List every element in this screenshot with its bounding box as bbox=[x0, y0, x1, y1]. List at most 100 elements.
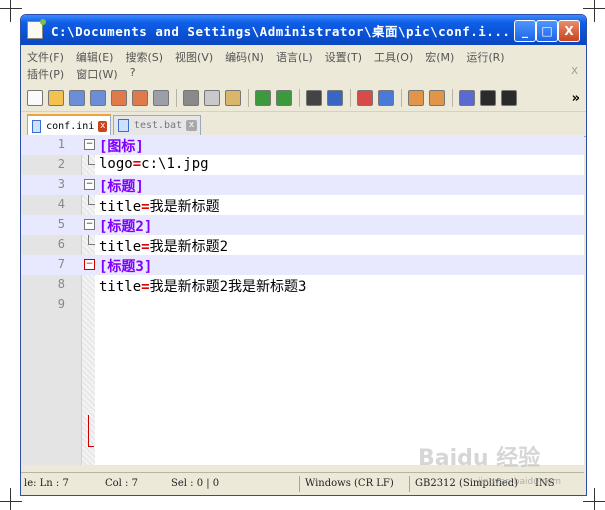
frame-mark bbox=[594, 0, 595, 22]
word-wrap-button[interactable] bbox=[457, 89, 476, 108]
fold-toggle-icon[interactable]: − bbox=[84, 179, 95, 190]
print-icon bbox=[152, 90, 169, 106]
editor-line[interactable]: 1 − [图标] bbox=[21, 135, 584, 155]
minimize-button[interactable]: _ bbox=[514, 20, 536, 42]
sync-vertical-icon bbox=[407, 90, 424, 106]
line-number: 6 bbox=[57, 237, 65, 251]
ini-key: title bbox=[99, 239, 142, 255]
close-window-button[interactable]: X bbox=[558, 20, 580, 42]
editor-line[interactable]: 3 − [标题] bbox=[21, 175, 584, 195]
print-button[interactable] bbox=[151, 89, 170, 108]
editor-line[interactable]: 4 title=我是新标题 bbox=[21, 195, 584, 215]
paste-button[interactable] bbox=[223, 89, 242, 108]
menu-item[interactable]: 运行(R) bbox=[466, 49, 504, 65]
notepad-window: C:\Documents and Settings\Administrator\… bbox=[20, 14, 587, 496]
line-number: 9 bbox=[57, 297, 65, 311]
save-icon bbox=[68, 90, 85, 106]
tab-label: test.bat bbox=[133, 120, 183, 131]
fold-range-marker bbox=[88, 415, 94, 447]
maximize-button[interactable]: □ bbox=[536, 20, 558, 42]
menu-item[interactable]: 窗口(W) bbox=[76, 66, 117, 82]
file-icon bbox=[118, 119, 129, 132]
indent-guide-button[interactable] bbox=[499, 89, 518, 108]
new-file-button[interactable] bbox=[25, 89, 44, 108]
close-all-button[interactable] bbox=[130, 89, 149, 108]
save-all-button[interactable] bbox=[88, 89, 107, 108]
toolbar-separator bbox=[401, 89, 402, 107]
find-icon bbox=[305, 90, 322, 106]
ini-key-value: title=我是新标题2我是新标题3 bbox=[99, 276, 306, 296]
editor-line[interactable]: 6 title=我是新标题2 bbox=[21, 235, 584, 255]
file-icon bbox=[32, 119, 42, 133]
copy-button[interactable] bbox=[202, 89, 221, 108]
menu-item[interactable]: 文件(F) bbox=[27, 49, 64, 65]
editor-line[interactable]: 8 title=我是新标题2我是新标题3 bbox=[21, 275, 584, 295]
editor-line[interactable]: 7 − [标题3] bbox=[21, 255, 584, 275]
text-editor[interactable]: 1− [图标] 2 logo=c:\1.jpg 3− [标题] 4 title=我是新标题 5−… bbox=[21, 135, 584, 465]
zoom-out-button[interactable] bbox=[376, 89, 395, 108]
close-button[interactable] bbox=[109, 89, 128, 108]
ini-section-header: [标题3] bbox=[99, 259, 153, 275]
ini-key: logo bbox=[99, 156, 133, 172]
ini-value: 我是新标题 bbox=[149, 199, 220, 215]
save-button[interactable] bbox=[67, 89, 86, 108]
show-all-chars-button[interactable] bbox=[478, 89, 497, 108]
tab-close-icon[interactable]: x bbox=[98, 120, 107, 132]
status-divider bbox=[409, 476, 410, 492]
menu-item[interactable]: 视图(V) bbox=[175, 49, 213, 65]
menu-item[interactable]: 工具(O) bbox=[374, 49, 413, 65]
line-number: 1 bbox=[57, 137, 65, 151]
window-title: C:\Documents and Settings\Administrator\… bbox=[51, 23, 511, 39]
line-number: 7 bbox=[57, 257, 65, 271]
open-file-button[interactable] bbox=[46, 89, 65, 108]
ini-key-value: title=我是新标题2 bbox=[99, 236, 228, 256]
tab-test-bat[interactable]: test.bat x bbox=[113, 115, 201, 135]
toolbar-separator bbox=[452, 89, 453, 107]
show-all-chars-icon bbox=[479, 90, 496, 106]
replace-button[interactable] bbox=[325, 89, 344, 108]
cut-button[interactable] bbox=[181, 89, 200, 108]
menu-item[interactable]: ? bbox=[130, 66, 136, 82]
fold-toggle-icon[interactable]: − bbox=[84, 259, 95, 270]
fold-end-marker bbox=[88, 155, 95, 165]
toolbar-separator bbox=[248, 89, 249, 107]
toolbar-separator bbox=[299, 89, 300, 107]
menu-item[interactable]: 编码(N) bbox=[225, 49, 264, 65]
line-number: 5 bbox=[57, 217, 65, 231]
status-selection: Sel : 0 | 0 bbox=[171, 478, 220, 489]
tab-conf-ini[interactable]: conf.ini x bbox=[27, 114, 111, 136]
close-all-icon bbox=[131, 90, 148, 106]
sync-horizontal-button[interactable] bbox=[427, 89, 446, 108]
title-bar[interactable]: C:\Documents and Settings\Administrator\… bbox=[21, 15, 586, 45]
zoom-in-button[interactable] bbox=[355, 89, 374, 108]
status-column: Col : 7 bbox=[105, 478, 138, 489]
menu-item[interactable]: 宏(M) bbox=[425, 49, 454, 65]
tab-close-icon[interactable]: x bbox=[186, 120, 197, 131]
sync-vertical-button[interactable] bbox=[406, 89, 425, 108]
menu-close-button[interactable]: X bbox=[571, 66, 578, 77]
editor-line[interactable]: 5 − [标题2] bbox=[21, 215, 584, 235]
redo-icon bbox=[275, 90, 292, 106]
menu-item[interactable]: 插件(P) bbox=[27, 66, 64, 82]
toolbar-overflow-icon[interactable]: » bbox=[572, 91, 580, 106]
word-wrap-icon bbox=[458, 90, 475, 106]
editor-line[interactable]: 2 logo=c:\1.jpg bbox=[21, 155, 584, 175]
menu-bar: 文件(F) 编辑(E) 搜索(S) 视图(V) 编码(N) 语言(L) 设置(T) 工具(O)… bbox=[21, 45, 586, 85]
new-file-icon bbox=[26, 90, 43, 106]
undo-button[interactable] bbox=[253, 89, 272, 108]
redo-button[interactable] bbox=[274, 89, 293, 108]
editor-line[interactable]: 9 bbox=[21, 295, 584, 315]
fold-toggle-icon[interactable]: − bbox=[84, 219, 95, 230]
toolbar-separator bbox=[350, 89, 351, 107]
find-button[interactable] bbox=[304, 89, 323, 108]
line-number: 2 bbox=[57, 157, 65, 171]
ini-key-value: title=我是新标题 bbox=[99, 196, 220, 216]
menu-item[interactable]: 语言(L) bbox=[276, 49, 313, 65]
menu-item[interactable]: 搜索(S) bbox=[125, 49, 163, 65]
toolbar-separator bbox=[176, 89, 177, 107]
line-number: 8 bbox=[57, 277, 65, 291]
ini-key: title bbox=[99, 199, 142, 215]
fold-toggle-icon[interactable]: − bbox=[84, 139, 95, 150]
menu-item[interactable]: 编辑(E) bbox=[76, 49, 114, 65]
menu-item[interactable]: 设置(T) bbox=[325, 49, 362, 65]
